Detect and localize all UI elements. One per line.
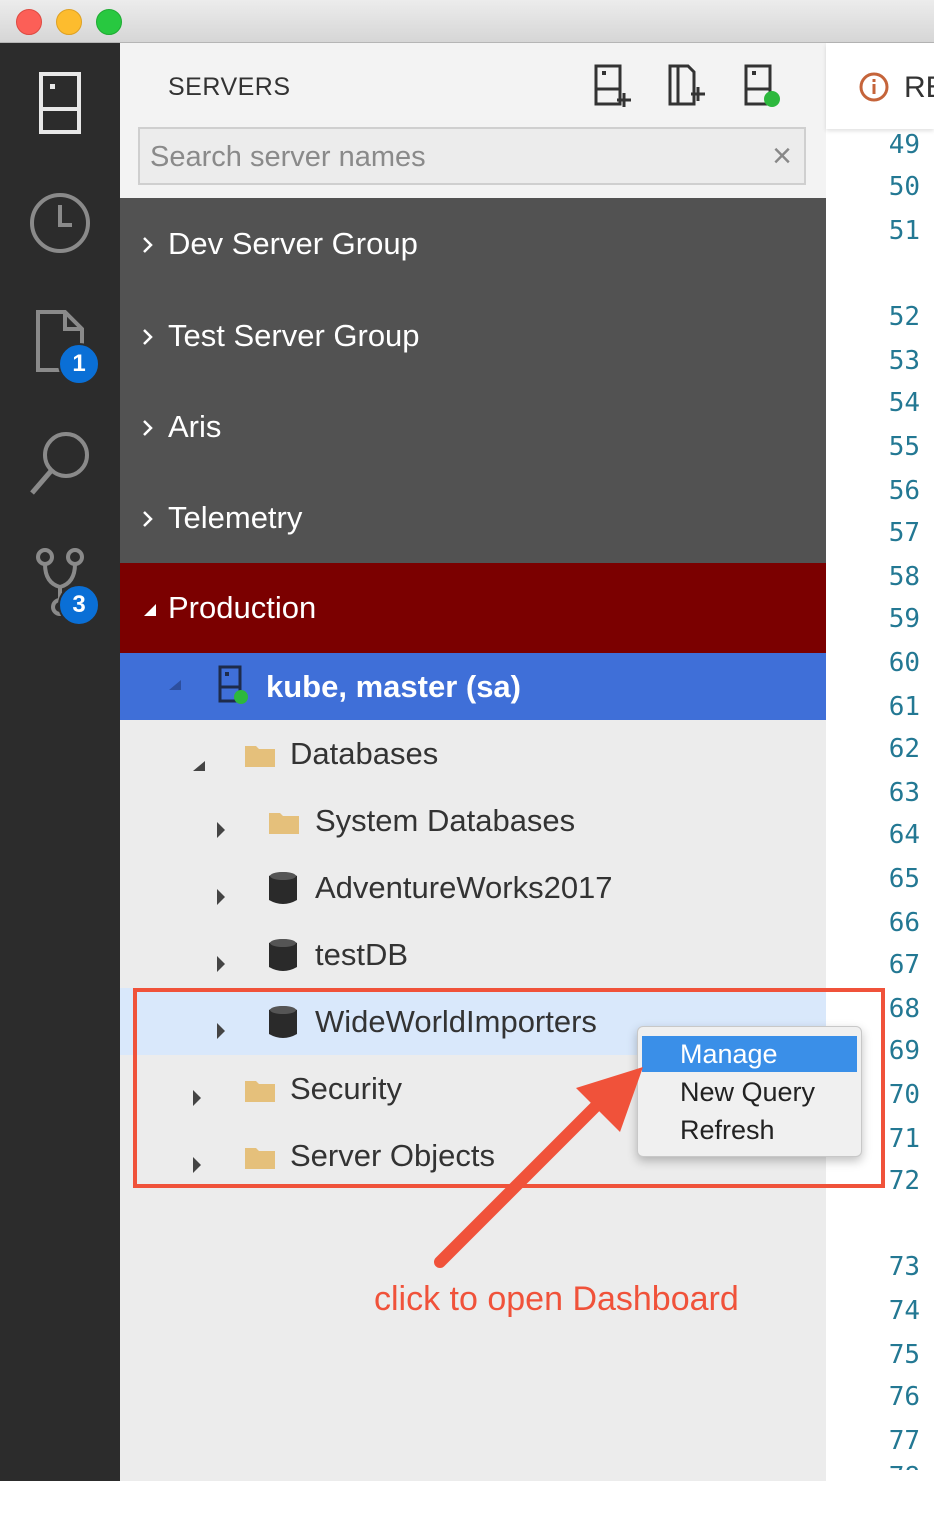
annotation-text: click to open Dashboard <box>374 1280 739 1318</box>
bottom-margin <box>0 1481 934 1522</box>
